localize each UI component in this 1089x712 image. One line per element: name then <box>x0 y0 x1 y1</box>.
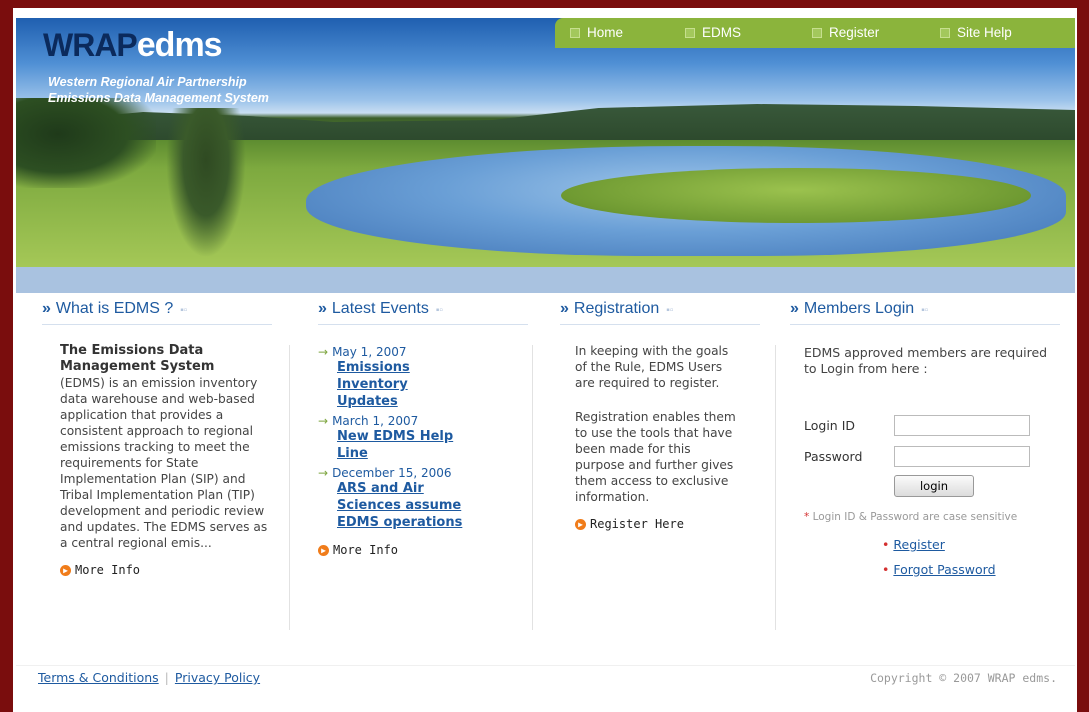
nav-label: Site Help <box>957 25 1012 40</box>
login-button[interactable]: login <box>894 475 974 497</box>
nav-square-icon <box>812 28 822 38</box>
login-intro: EDMS approved members are required to Lo… <box>804 345 1048 376</box>
bullet-icon: • <box>882 537 890 552</box>
copyright-text: Copyright © 2007 WRAP edms. <box>870 671 1057 685</box>
logo-main: WRAP <box>43 27 138 63</box>
nav-item-home[interactable]: Home <box>570 18 623 48</box>
password-label: Password <box>804 449 863 464</box>
bullet-icon: • <box>882 562 890 577</box>
case-sensitive-note: * Login ID & Password are case sensitive <box>804 511 1018 523</box>
password-row: Password <box>804 446 1059 467</box>
double-chevron-icon: » <box>318 300 327 317</box>
registration-paragraph-2: Registration enables them to use the too… <box>575 410 736 504</box>
nav-label: Register <box>829 25 880 40</box>
footer-separator: | <box>164 670 169 685</box>
arrow-right-icon: ▶ <box>575 518 586 530</box>
forgot-password-link-item: • Forgot Password <box>882 562 1059 577</box>
double-chevron-icon: » <box>42 300 51 317</box>
registration-content: In keeping with the goals of the Rule, E… <box>575 343 740 531</box>
login-links: • Register • Forgot Password <box>882 537 1059 577</box>
login-id-label: Login ID <box>804 418 856 433</box>
section-heading: » Members Login ▪▫ <box>790 300 929 317</box>
heading-dots-icon: ▪▫ <box>180 305 188 316</box>
footer-links: Terms & Conditions | Privacy Policy <box>38 670 260 685</box>
more-info-link[interactable]: ▶ More Info <box>60 563 275 577</box>
registration-section: » Registration ▪▫ In keeping with the goal… <box>560 300 760 531</box>
arrow-icon: → <box>318 466 329 480</box>
event-date: December 15, 2006 <box>332 466 452 480</box>
login-id-row: Login ID <box>804 415 1059 436</box>
login-content: EDMS approved members are required to Lo… <box>804 345 1059 577</box>
event-link[interactable]: ARS and Air Sciences assume EDMS operati… <box>337 480 477 531</box>
event-item: → December 15, 2006 ARS and Air Sciences … <box>318 466 528 531</box>
privacy-link[interactable]: Privacy Policy <box>175 670 260 685</box>
nav-item-register[interactable]: Register <box>812 18 879 48</box>
logo-sub: edms <box>136 26 223 64</box>
event-date: March 1, 2007 <box>332 414 419 428</box>
banner-tree <box>166 108 246 258</box>
banner-divider-bar <box>16 267 1075 293</box>
double-chevron-icon: » <box>560 300 569 317</box>
edms-description: (EDMS) is an emission inventory data war… <box>60 376 268 550</box>
terms-link[interactable]: Terms & Conditions <box>38 670 159 685</box>
nav-label: EDMS <box>702 25 742 40</box>
register-link-item: • Register <box>882 537 1059 552</box>
registration-paragraph-1: In keeping with the goals of the Rule, E… <box>575 344 729 390</box>
double-chevron-icon: » <box>790 300 799 317</box>
event-link[interactable]: Emissions Inventory Updates <box>337 359 447 410</box>
site-tagline: Western Regional Air Partnership Emissio… <box>48 74 269 106</box>
header-banner: WRAPedms Western Regional Air Partnershi… <box>16 18 1075 268</box>
section-heading: » Latest Events ▪▫ <box>318 300 443 317</box>
heading-underline <box>560 324 760 325</box>
register-here-link[interactable]: ▶ Register Here <box>575 517 740 531</box>
arrow-right-icon: ▶ <box>60 564 71 576</box>
section-heading: » Registration ▪▫ <box>560 300 674 317</box>
edms-title: The Emissions Data Management System <box>60 343 215 374</box>
site-logo: WRAPedms <box>43 26 223 65</box>
login-id-input[interactable] <box>894 415 1030 436</box>
nav-item-edms[interactable]: EDMS <box>685 18 741 48</box>
heading-underline <box>790 324 1060 325</box>
events-list: → May 1, 2007 Emissions Inventory Updates… <box>318 345 528 557</box>
nav-square-icon <box>570 28 580 38</box>
column-divider <box>532 345 533 630</box>
section-heading: » What is EDMS ? ▪▫ <box>42 300 188 317</box>
what-content: The Emissions Data Management System (ED… <box>60 343 275 577</box>
what-is-edms-section: » What is EDMS ? ▪▫ The Emissions Data Man… <box>42 300 272 577</box>
event-item: → May 1, 2007 Emissions Inventory Updates <box>318 345 528 410</box>
tagline-line-2: Emissions Data Management System <box>48 91 269 105</box>
nav-square-icon <box>685 28 695 38</box>
heading-dots-icon: ▪▫ <box>921 305 929 316</box>
event-link[interactable]: New EDMS Help Line <box>337 428 467 462</box>
column-divider <box>775 345 776 630</box>
asterisk-icon: * <box>804 511 810 523</box>
nav-item-site-help[interactable]: Site Help <box>940 18 1012 48</box>
members-login-section: » Members Login ▪▫ EDMS approved members a… <box>790 300 1060 577</box>
nav-square-icon <box>940 28 950 38</box>
event-item: → March 1, 2007 New EDMS Help Line <box>318 414 528 462</box>
nav-label: Home <box>587 25 624 40</box>
more-info-link[interactable]: ▶ More Info <box>318 543 528 557</box>
footer: Terms & Conditions | Privacy Policy Copyri… <box>16 665 1075 690</box>
tagline-line-1: Western Regional Air Partnership <box>48 75 247 89</box>
latest-events-section: » Latest Events ▪▫ → May 1, 2007 Emissions … <box>318 300 528 557</box>
arrow-icon: → <box>318 414 329 428</box>
banner-forest <box>16 98 156 188</box>
banner-island <box>561 168 1031 223</box>
login-form: Login ID Password login <box>804 415 1059 497</box>
heading-underline <box>42 324 272 325</box>
arrow-icon: → <box>318 345 329 359</box>
password-input[interactable] <box>894 446 1030 467</box>
event-date: May 1, 2007 <box>332 345 407 359</box>
top-nav: Home EDMS Register Site Help <box>555 18 1075 48</box>
heading-underline <box>318 324 528 325</box>
forgot-password-link[interactable]: Forgot Password <box>893 562 995 577</box>
column-divider <box>289 345 290 630</box>
heading-dots-icon: ▪▫ <box>666 305 674 316</box>
arrow-right-icon: ▶ <box>318 544 329 556</box>
heading-dots-icon: ▪▫ <box>435 305 443 316</box>
register-link[interactable]: Register <box>893 537 944 552</box>
